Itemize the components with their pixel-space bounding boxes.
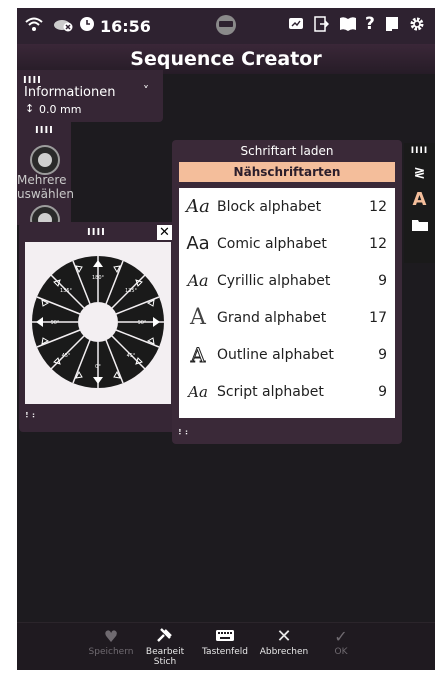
font-name: Block alphabet [217, 198, 322, 215]
screen-share-icon[interactable] [288, 16, 304, 38]
font-count: 9 [378, 383, 387, 400]
multi-select-label-1: Mehrere [17, 173, 67, 187]
tab-sewing-fonts[interactable]: Nähschriftarten [179, 162, 395, 182]
cancel-label: Abbrechen [259, 647, 309, 657]
angle-label-top: 180° [92, 275, 105, 281]
ok-label: OK [334, 647, 348, 657]
cyrillic-font-icon: Aa [187, 271, 209, 290]
manual-book-icon[interactable] [339, 16, 357, 38]
font-item-block[interactable]: Aa Block alphabet 12 [179, 188, 395, 225]
angle-label-bottom: 0° [95, 364, 101, 370]
resize-handle-icon[interactable]: ⠄ ⠆⠆ [178, 425, 191, 438]
information-value: 0.0 mm [39, 103, 82, 116]
font-tab-icon[interactable]: A [404, 189, 435, 210]
font-name: Script alphabet [217, 383, 324, 400]
font-name: Grand alphabet [217, 309, 327, 326]
font-list: Aa Block alphabet 12 Aa Comic alphabet 1… [179, 188, 395, 418]
angle-label-bottom-left: 45° [62, 353, 71, 359]
checkmark-icon: ✓ [334, 627, 348, 646]
edit-stitch-icon [135, 627, 195, 647]
drag-handle-icon[interactable]: IIII [87, 227, 106, 238]
save-button[interactable]: ♥ Speichern [81, 627, 141, 657]
bottom-toolbar: ♥ Speichern Bearbeit Stich Tastenfeld ✕ … [17, 622, 435, 670]
cloud-disconnected-icon [52, 16, 74, 38]
angle-label-bottom-right: 45° [127, 353, 136, 359]
font-count: 17 [369, 309, 387, 326]
resize-handle-icon[interactable]: ⠄ ⠆⠆ [25, 408, 38, 421]
wifi-icon [25, 16, 43, 38]
font-item-grand[interactable]: A Grand alphabet 17 [179, 299, 395, 336]
angle-label-top-left: 135° [60, 288, 73, 294]
heart-icon: ♥ [103, 627, 119, 646]
height-arrow-icon: ↕ [25, 102, 35, 115]
font-item-comic[interactable]: Aa Comic alphabet 12 [179, 225, 395, 262]
edit-stitch-label-2: Stich [153, 657, 177, 667]
multi-select-label-2: uswählen [17, 187, 74, 201]
status-time: 16:56 [100, 17, 151, 36]
drag-handle-icon[interactable]: IIII [404, 146, 435, 156]
font-name: Comic alphabet [217, 235, 327, 252]
edit-stitch-label-1: Bearbeit [145, 647, 185, 657]
script-font-icon: Aa [188, 382, 208, 401]
information-panel[interactable]: IIII Informationen ˅ ↕ 0.0 mm [17, 70, 163, 122]
rotation-wheel[interactable]: 180° 135° 135° 90° 90° 45° 45° 0° [25, 242, 171, 404]
font-item-cyrillic[interactable]: Aa Cyrillic alphabet 9 [179, 262, 395, 299]
font-name: Cyrillic alphabet [217, 272, 331, 289]
folder-tab-icon[interactable] [404, 216, 435, 235]
multi-select-panel[interactable]: IIII Mehrere uswählen [17, 120, 74, 235]
font-count: 12 [369, 235, 387, 252]
status-bar: 16:56 ? [17, 8, 435, 44]
font-item-outline[interactable]: A Outline alphabet 9 [179, 336, 395, 373]
stitch-tab-icon[interactable]: ≷ [404, 165, 435, 181]
font-item-script[interactable]: Aa Script alphabet 9 [179, 373, 395, 410]
font-count: 9 [378, 346, 387, 363]
comic-font-icon: Aa [186, 233, 210, 254]
ok-button[interactable]: ✓ OK [311, 627, 371, 657]
notepad-icon[interactable] [385, 16, 399, 38]
chevron-down-icon[interactable]: ˅ [143, 84, 149, 98]
font-panel[interactable]: Schriftart laden Nähschriftarten Aa Bloc… [172, 140, 402, 444]
font-count: 9 [378, 272, 387, 289]
keyboard-icon [195, 627, 255, 647]
edit-stitch-button[interactable]: Bearbeit Stich [135, 627, 195, 667]
grand-font-icon: A [190, 305, 206, 330]
settings-gear-icon[interactable] [409, 16, 425, 38]
exit-icon[interactable] [313, 16, 330, 38]
save-label: Speichern [88, 647, 134, 657]
keyboard-button[interactable]: Tastenfeld [195, 627, 255, 657]
close-icon: ✕ [276, 626, 292, 647]
information-label: Informationen [24, 85, 116, 100]
device-screen: 16:56 ? Sequence Creator IIII Informatio… [17, 8, 435, 670]
multi-select-button-icon[interactable] [30, 145, 60, 175]
font-panel-header: Schriftart laden [240, 144, 334, 158]
angle-label-top-right: 135° [125, 288, 138, 294]
font-count: 12 [369, 198, 387, 215]
clock-icon [79, 16, 95, 38]
machine-icon[interactable] [214, 14, 238, 42]
help-icon[interactable]: ? [365, 14, 375, 34]
side-tab-strip: IIII ≷ A [404, 143, 435, 263]
angle-label-left: 90° [51, 320, 60, 326]
angle-label-right: 90° [138, 320, 147, 326]
close-icon[interactable]: ✕ [157, 225, 172, 240]
drag-handle-icon[interactable]: IIII [35, 125, 54, 136]
keyboard-label: Tastenfeld [202, 647, 248, 657]
block-font-icon: Aa [186, 196, 210, 217]
cancel-button[interactable]: ✕ Abbrechen [254, 626, 314, 658]
font-name: Outline alphabet [217, 346, 334, 363]
outline-font-icon: A [190, 342, 206, 367]
rotation-wheel-panel[interactable]: IIII ✕ 180° 135° 135° 90° 90° 45° 45° 0°… [19, 222, 176, 432]
